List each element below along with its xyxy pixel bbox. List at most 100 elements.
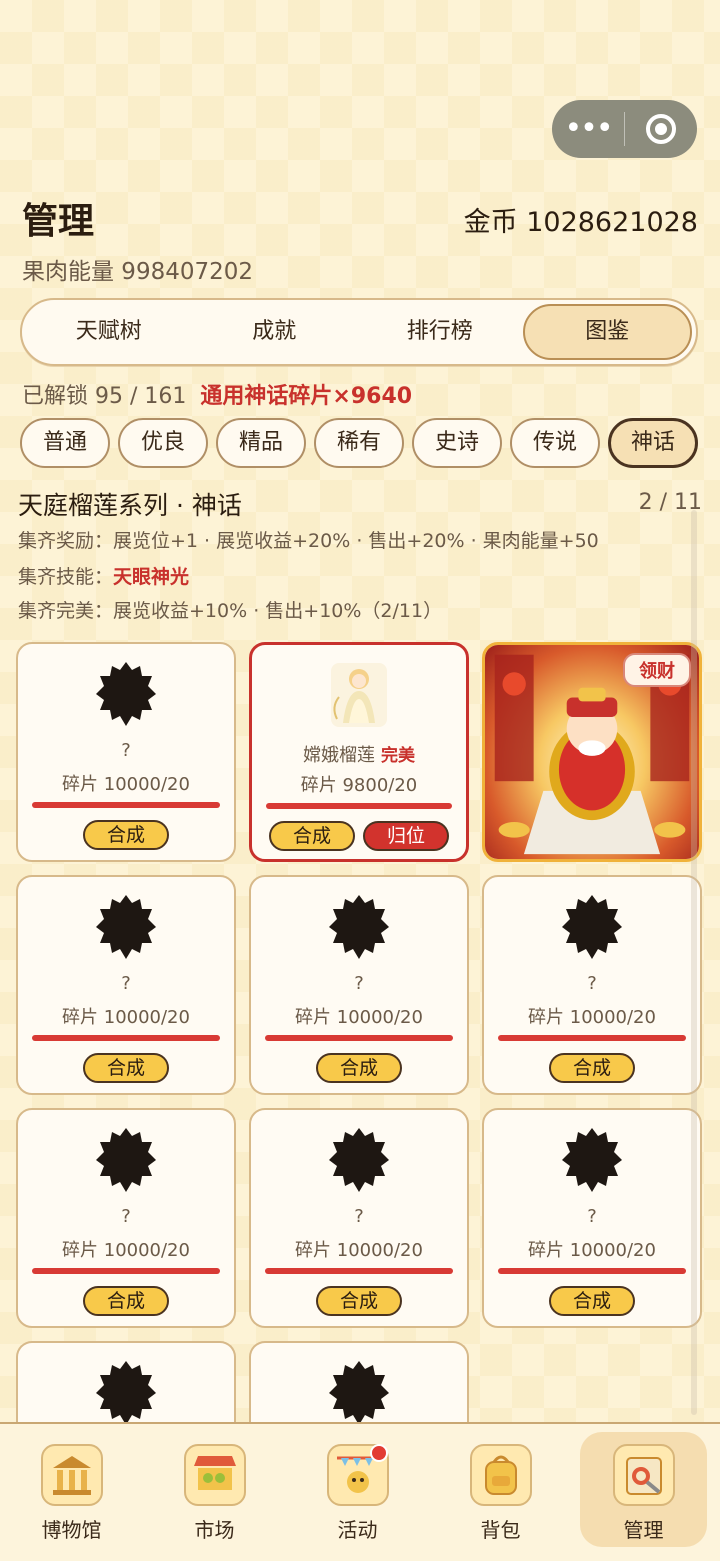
backpack-icon <box>469 1444 532 1506</box>
rarity-chip-fine[interactable]: 精品 <box>216 418 306 468</box>
card-shards: 碎片 10000/20 <box>295 1007 423 1028</box>
card-shards: 碎片 10000/20 <box>62 1007 190 1028</box>
notification-dot <box>370 1444 388 1462</box>
chang-e-durian-figure <box>331 663 387 727</box>
perfect-badge: 完美 <box>381 746 415 766</box>
nav-activity[interactable]: 活动 <box>286 1424 429 1561</box>
card-name: 嫦娥榴莲 完美 <box>252 741 466 767</box>
set-skill-label: 集齐技能： <box>18 566 114 588</box>
rarity-filter: 普通 优良 精品 稀有 史诗 传说 神话 <box>20 418 698 468</box>
shard-progress-bar <box>32 1035 220 1041</box>
card-shards: 碎片 9800/20 <box>300 775 418 796</box>
series-title: 天庭榴莲系列 · 神话 <box>18 491 242 520</box>
nav-backpack[interactable]: 背包 <box>429 1424 572 1561</box>
set-skill-name: 天眼神光 <box>113 566 190 588</box>
nav-market[interactable]: 市场 <box>143 1424 286 1561</box>
collection-card[interactable]: ? 碎片 10000/20 合成 <box>249 1108 469 1328</box>
merge-button[interactable]: 合成 <box>549 1053 635 1083</box>
shard-progress-bar <box>32 1268 220 1274</box>
tab-achievements[interactable]: 成就 <box>192 304 358 360</box>
nav-museum[interactable]: 博物馆 <box>0 1424 143 1561</box>
merge-button[interactable]: 合成 <box>316 1286 402 1316</box>
fragment-count: 通用神话碎片×9640 <box>200 384 413 409</box>
card-name: ? <box>121 1206 131 1227</box>
rarity-chip-legend[interactable]: 传说 <box>510 418 600 468</box>
manage-icon <box>612 1444 675 1506</box>
nav-label: 活动 <box>337 1518 378 1542</box>
coin-balance: 金币 1028621028 <box>463 207 698 238</box>
merge-button[interactable]: 合成 <box>83 820 169 850</box>
locked-silhouette-icon <box>321 1355 397 1431</box>
card-name: ? <box>354 1206 364 1227</box>
more-options-icon[interactable]: ••• <box>552 100 624 158</box>
locked-silhouette-icon <box>554 889 630 965</box>
nav-manage[interactable]: 管理 <box>572 1424 715 1561</box>
collection-card-chang-e[interactable]: 嫦娥榴莲 完美 碎片 9800/20 合成 归位 <box>249 642 469 862</box>
collection-card[interactable] <box>249 1341 469 1431</box>
unlock-count: 已解锁 95 / 161 <box>22 384 187 409</box>
close-miniprogram-icon[interactable] <box>625 114 697 144</box>
shard-progress-bar <box>266 803 452 809</box>
shard-progress-bar <box>265 1268 453 1274</box>
tab-talent-tree[interactable]: 天赋树 <box>26 304 192 360</box>
collection-card[interactable] <box>16 1341 236 1431</box>
card-name: ? <box>121 973 131 994</box>
collection-card[interactable]: ? 碎片 10000/20 合成 <box>482 875 702 1095</box>
rarity-chip-good[interactable]: 优良 <box>118 418 208 468</box>
rarity-chip-myth[interactable]: 神话 <box>608 418 698 468</box>
rarity-chip-epic[interactable]: 史诗 <box>412 418 502 468</box>
locked-silhouette-icon <box>321 1122 397 1198</box>
merge-button[interactable]: 合成 <box>83 1053 169 1083</box>
section-tabs: 天赋树 成就 排行榜 图鉴 <box>20 298 698 366</box>
collection-card[interactable]: ? 碎片 10000/20 合成 <box>249 875 469 1095</box>
merge-button[interactable]: 合成 <box>549 1286 635 1316</box>
locked-silhouette-icon <box>88 889 164 965</box>
collection-card-wealth-god[interactable]: 领财 <box>482 642 702 862</box>
nav-label: 管理 <box>623 1518 664 1542</box>
set-reward: 集齐奖励：展览位+1 · 展览收益+20% · 售出+20% · 果肉能量+50 <box>18 530 599 552</box>
locked-silhouette-icon <box>88 656 164 732</box>
card-name: ? <box>587 1206 597 1227</box>
nav-label: 背包 <box>480 1518 521 1542</box>
page-title: 管理 <box>22 201 95 242</box>
collection-card[interactable]: ? 碎片 10000/20 合成 <box>16 875 236 1095</box>
tab-collection[interactable]: 图鉴 <box>522 304 692 360</box>
shard-progress-bar <box>265 1035 453 1041</box>
set-skill: 集齐技能：天眼神光 <box>18 562 189 589</box>
museum-icon <box>40 1444 103 1506</box>
collection-card[interactable]: ? 碎片 10000/20 合成 <box>16 642 236 862</box>
energy-balance: 果肉能量 998407202 <box>22 259 254 285</box>
card-name: ? <box>587 973 597 994</box>
rarity-chip-rare[interactable]: 稀有 <box>314 418 404 468</box>
tab-leaderboard[interactable]: 排行榜 <box>357 304 523 360</box>
shard-progress-bar <box>498 1035 686 1041</box>
locked-silhouette-icon <box>88 1122 164 1198</box>
card-shards: 碎片 10000/20 <box>528 1240 656 1261</box>
locked-silhouette-icon <box>321 889 397 965</box>
locked-silhouette-icon <box>88 1355 164 1431</box>
bottom-navigation: 博物馆 市场 活动 背包 管理 <box>0 1422 720 1561</box>
scrollbar[interactable] <box>691 510 697 1415</box>
claim-wealth-badge[interactable]: 领财 <box>623 653 691 687</box>
card-name-text: 嫦娥榴莲 <box>303 745 375 766</box>
return-button[interactable]: 归位 <box>363 821 449 851</box>
card-name: ? <box>354 973 364 994</box>
merge-button[interactable]: 合成 <box>83 1286 169 1316</box>
set-perfect: 集齐完美：展览收益+10% · 售出+10%（2/11） <box>18 600 443 622</box>
card-shards: 碎片 10000/20 <box>295 1240 423 1261</box>
card-shards: 碎片 10000/20 <box>62 774 190 795</box>
card-shards: 碎片 10000/20 <box>528 1007 656 1028</box>
nav-label: 市场 <box>194 1518 235 1542</box>
merge-button[interactable]: 合成 <box>316 1053 402 1083</box>
miniprogram-capsule: ••• <box>552 100 697 158</box>
shard-progress-bar <box>32 802 220 808</box>
locked-silhouette-icon <box>554 1122 630 1198</box>
merge-button[interactable]: 合成 <box>269 821 355 851</box>
card-shards: 碎片 10000/20 <box>62 1240 190 1261</box>
nav-label: 博物馆 <box>41 1518 102 1542</box>
collection-card[interactable]: ? 碎片 10000/20 合成 <box>482 1108 702 1328</box>
unlock-status: 已解锁 95 / 161 通用神话碎片×9640 <box>22 378 412 410</box>
collection-card[interactable]: ? 碎片 10000/20 合成 <box>16 1108 236 1328</box>
rarity-chip-common[interactable]: 普通 <box>20 418 110 468</box>
shard-progress-bar <box>498 1268 686 1274</box>
